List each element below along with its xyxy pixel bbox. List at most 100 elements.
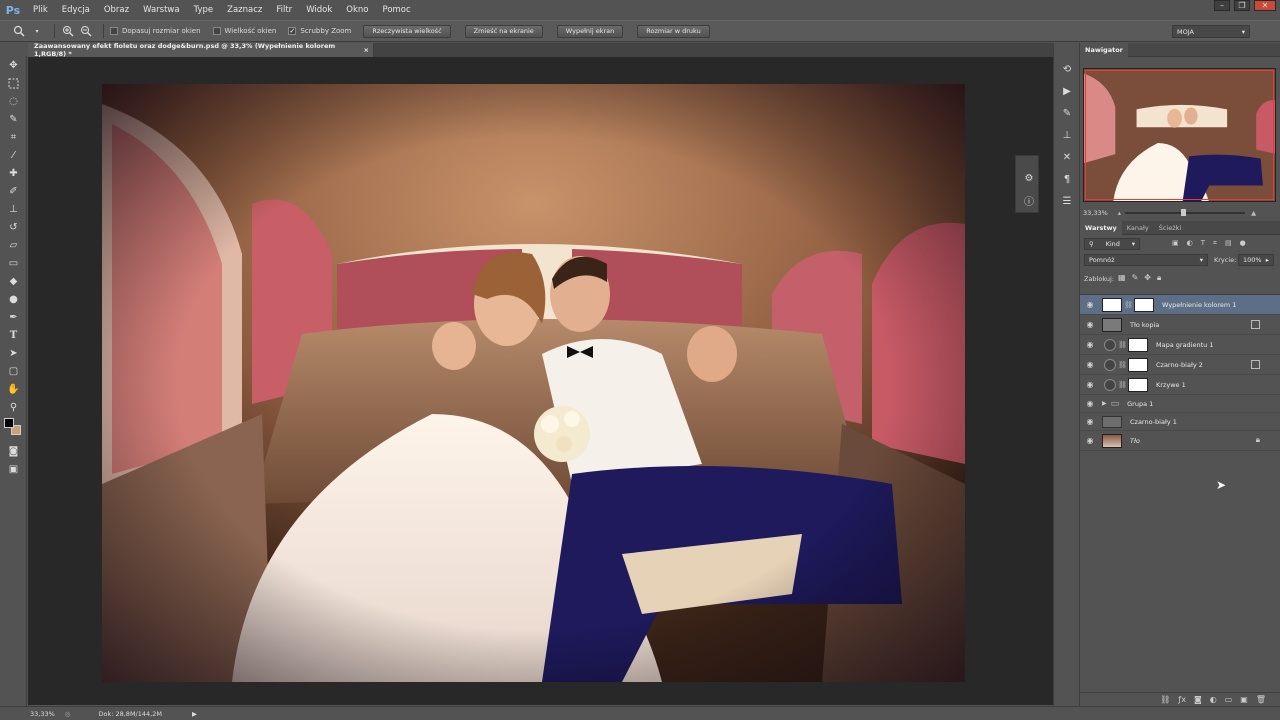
- lock-position-icon[interactable]: ✥: [1144, 273, 1151, 283]
- new-group-icon[interactable]: ▭: [1225, 695, 1233, 704]
- fit-windows-checkbox[interactable]: Dopasuj rozmiar okien: [110, 27, 201, 35]
- type-tool-icon[interactable]: T: [0, 326, 27, 344]
- actions-play-icon[interactable]: ▶: [1054, 81, 1080, 101]
- layer-row[interactable]: ◉ Tło 🔒︎: [1080, 431, 1280, 451]
- zoom-out-icon[interactable]: [79, 24, 93, 38]
- zoom-in-icon[interactable]: [61, 24, 75, 38]
- fit-screen-button[interactable]: Zmieść na ekranie: [464, 24, 543, 38]
- print-size-button[interactable]: Rozmiar w druku: [637, 24, 710, 38]
- eye-icon[interactable]: ◉: [1082, 360, 1098, 369]
- window-size-checkbox[interactable]: Wielkość okien: [212, 27, 276, 35]
- status-info-icon[interactable]: ◎: [65, 710, 71, 718]
- canvas-area[interactable]: [28, 57, 1053, 705]
- foreground-color-swatch[interactable]: [4, 418, 14, 428]
- shape-tool-icon[interactable]: ▢: [0, 362, 27, 380]
- hand-tool-icon[interactable]: ✋: [0, 380, 27, 398]
- adjustment-filter-icon[interactable]: ◐: [1187, 239, 1193, 248]
- layer-style-icon[interactable]: ƒx: [1178, 695, 1186, 704]
- status-menu-arrow-icon[interactable]: ▶: [192, 710, 197, 718]
- kind-filter-select[interactable]: ⚲ Kind ▾: [1084, 238, 1140, 250]
- navigator-view-frame[interactable]: [1085, 70, 1274, 200]
- menu-warstwa[interactable]: Warstwa: [136, 0, 187, 20]
- eye-icon[interactable]: ◉: [1082, 380, 1098, 389]
- filter-toggle-icon[interactable]: ●: [1240, 239, 1246, 248]
- adjustments-icon[interactable]: ⚙: [1016, 168, 1042, 188]
- crop-tool-icon[interactable]: ⌗: [0, 128, 27, 146]
- zoom-tool-icon[interactable]: [12, 24, 26, 38]
- eye-icon[interactable]: ◉: [1082, 417, 1098, 426]
- screen-mode-icon[interactable]: ▣: [0, 460, 27, 478]
- document-image[interactable]: [102, 84, 965, 682]
- healing-brush-tool-icon[interactable]: ✚: [0, 164, 27, 182]
- checkbox-box[interactable]: [110, 27, 118, 35]
- menu-obraz[interactable]: Obraz: [97, 0, 136, 20]
- menu-filtr[interactable]: Filtr: [269, 0, 299, 20]
- blur-tool-icon[interactable]: ◆: [0, 272, 27, 290]
- chevron-down-icon[interactable]: ▾: [30, 24, 44, 38]
- brush-tool-icon[interactable]: ✐: [0, 182, 27, 200]
- actual-pixels-button[interactable]: Rzeczywista wielkość: [363, 24, 451, 38]
- eye-icon[interactable]: ◉: [1082, 320, 1098, 329]
- zoom-tool-icon[interactable]: ⚲: [0, 398, 27, 416]
- marquee-tool-icon[interactable]: [0, 74, 27, 92]
- layer-row[interactable]: ◉ ⛓ Mapa gradientu 1: [1080, 335, 1280, 355]
- opacity-input[interactable]: 100% ▸: [1238, 254, 1274, 266]
- close-tab-icon[interactable]: ×: [364, 46, 369, 54]
- layer-row[interactable]: ◉ Tło kopia: [1080, 315, 1280, 335]
- paragraph-icon[interactable]: ¶: [1054, 169, 1080, 189]
- checkmark-icon[interactable]: ✓: [288, 27, 297, 35]
- navigator-thumbnail[interactable]: [1083, 68, 1276, 202]
- clone-stamp-tool-icon[interactable]: ⊥: [0, 200, 27, 218]
- path-selection-tool-icon[interactable]: ➤: [0, 344, 27, 362]
- smart-object-filter-icon[interactable]: ▤: [1225, 239, 1232, 248]
- brushes-icon[interactable]: ✎: [1054, 103, 1080, 123]
- eye-icon[interactable]: ◉: [1082, 300, 1098, 309]
- restore-icon[interactable]: ❐: [1234, 0, 1250, 11]
- fill-screen-button[interactable]: Wypełnij ekran: [556, 24, 624, 38]
- tab-layers[interactable]: Warstwy: [1080, 220, 1122, 235]
- menu-zaznacz[interactable]: Zaznacz: [220, 0, 269, 20]
- gradient-tool-icon[interactable]: ▭: [0, 254, 27, 272]
- menu-widok[interactable]: Widok: [299, 0, 339, 20]
- eyedropper-tool-icon[interactable]: ⁄: [0, 146, 27, 164]
- slider-handle[interactable]: [1181, 209, 1187, 216]
- layer-row[interactable]: ◉ ⛓ Krzywe 1: [1080, 375, 1280, 395]
- minimize-icon[interactable]: –: [1214, 0, 1230, 11]
- info-icon[interactable]: ⓘ: [1016, 190, 1042, 210]
- expand-arrow-icon[interactable]: ▶: [1102, 400, 1107, 407]
- document-tab[interactable]: Zaawansowany efekt fioletu oraz dodge&bu…: [28, 42, 374, 58]
- eraser-tool-icon[interactable]: ▱: [0, 236, 27, 254]
- eye-icon[interactable]: ◉: [1082, 399, 1098, 408]
- history-icon[interactable]: ⟲: [1054, 59, 1080, 79]
- layer-row[interactable]: ◉ ▶ ▭ Grupa 1: [1080, 395, 1280, 413]
- layer-row[interactable]: ◉ ⛓ Wypełnienie kolorem 1: [1080, 295, 1280, 315]
- pixel-filter-icon[interactable]: ▣: [1172, 239, 1179, 248]
- properties-icon[interactable]: ☰: [1054, 191, 1080, 211]
- scrubby-zoom-checkbox[interactable]: ✓ Scrubby Zoom: [288, 27, 351, 35]
- lock-transparency-icon[interactable]: ▦: [1118, 273, 1126, 283]
- tool-presets-icon[interactable]: ✕: [1054, 147, 1080, 167]
- quick-selection-tool-icon[interactable]: ✎: [0, 110, 27, 128]
- tab-channels[interactable]: Kanały: [1122, 221, 1154, 235]
- lasso-tool-icon[interactable]: ◌: [0, 92, 27, 110]
- lock-pixels-icon[interactable]: ✎: [1132, 273, 1139, 283]
- move-tool-icon[interactable]: ✥: [0, 56, 27, 74]
- zoom-out-small-icon[interactable]: ▴: [1118, 209, 1121, 217]
- close-window-icon[interactable]: ✕: [1254, 0, 1276, 11]
- eye-icon[interactable]: ◉: [1082, 436, 1098, 445]
- pen-tool-icon[interactable]: ✒: [0, 308, 27, 326]
- navigator-zoom-value[interactable]: 33,33%: [1083, 209, 1108, 217]
- history-brush-tool-icon[interactable]: ↺: [0, 218, 27, 236]
- quick-mask-icon[interactable]: ◙: [0, 442, 27, 460]
- blend-mode-select[interactable]: Pomnóż ▾: [1084, 254, 1208, 266]
- delete-layer-icon[interactable]: 🗑︎: [1256, 695, 1266, 704]
- eye-icon[interactable]: ◉: [1082, 340, 1098, 349]
- link-layers-icon[interactable]: ⛓: [1160, 695, 1170, 704]
- new-adjustment-icon[interactable]: ◐: [1210, 695, 1217, 704]
- layer-row[interactable]: ◉ ⛓ Czarno-biały 2: [1080, 355, 1280, 375]
- shape-filter-icon[interactable]: ⌗: [1213, 239, 1217, 248]
- clone-source-icon[interactable]: ⊥: [1054, 125, 1080, 145]
- add-mask-icon[interactable]: ◙: [1194, 695, 1202, 704]
- menu-type[interactable]: Type: [187, 0, 221, 20]
- status-zoom[interactable]: 33,33%: [30, 710, 55, 718]
